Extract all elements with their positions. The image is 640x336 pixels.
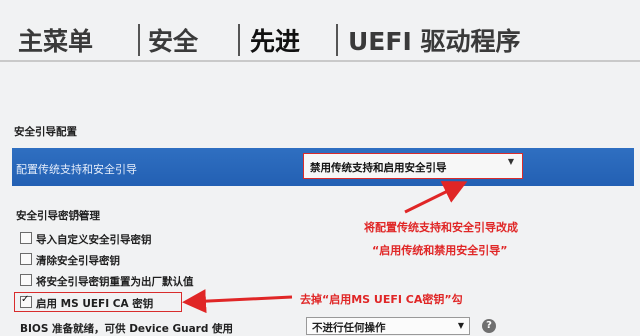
mouse-cursor-icon: ↖ (72, 206, 84, 222)
annotation-change-legacy: 将配置传统支持和安全引导改成 (364, 221, 518, 234)
device-guard-select[interactable]: 不进行任何操作 ▼ (306, 317, 470, 335)
highlight-box (14, 292, 182, 312)
chevron-down-icon: ▼ (457, 321, 464, 330)
option-label: 清除安全引导密钥 (36, 255, 120, 267)
clear-keys-option[interactable]: 清除安全引导密钥 (20, 253, 120, 268)
arrow-to-ms-ca-option (182, 289, 293, 314)
legacy-secure-boot-value: 禁用传统支持和启用安全引导 (310, 162, 447, 174)
tab-main-menu[interactable]: 主菜单 (18, 22, 93, 58)
section-title: 安全引导配置 (14, 126, 77, 138)
checkbox[interactable] (20, 253, 32, 265)
reset-keys-option[interactable]: 将安全引导密钥重置为出厂默认值 (20, 274, 194, 289)
tab-security[interactable]: 安全 (148, 22, 198, 58)
arrow-to-legacy-select (404, 181, 468, 214)
device-guard-label: BIOS 准备就绪，可供 Device Guard 使用 (20, 323, 234, 335)
key-management-title: 安全引导密钥管理 (16, 210, 100, 222)
tab-divider (238, 24, 240, 56)
legacy-secure-boot-select[interactable]: 禁用传统支持和启用安全引导 ▼ (303, 153, 523, 179)
tab-divider (138, 24, 140, 56)
legacy-secure-boot-label: 配置传统支持和安全引导 (16, 163, 137, 176)
tab-uefi-drivers[interactable]: UEFI 驱动程序 (348, 22, 520, 58)
tab-bar: 主菜单 安全 先进 UEFI 驱动程序 (0, 0, 640, 62)
tab-advanced[interactable]: 先进 (250, 22, 300, 58)
chevron-down-icon: ▼ (507, 157, 514, 166)
checkbox[interactable] (20, 232, 32, 244)
option-label: 导入自定义安全引导密钥 (36, 234, 152, 246)
checkbox[interactable] (20, 274, 32, 286)
tab-underline (0, 60, 640, 62)
help-icon[interactable]: ? (482, 319, 496, 333)
device-guard-value: 不进行任何操作 (312, 322, 386, 334)
annotation-change-legacy-detail: “启用传统和禁用安全引导” (372, 244, 508, 257)
import-custom-keys-option[interactable]: 导入自定义安全引导密钥 (20, 232, 152, 247)
annotation-uncheck-ms-ca: 去掉“启用MS UEFI CA密钥”勾 (300, 293, 463, 306)
tab-divider (336, 24, 338, 56)
option-label: 将安全引导密钥重置为出厂默认值 (36, 276, 194, 288)
